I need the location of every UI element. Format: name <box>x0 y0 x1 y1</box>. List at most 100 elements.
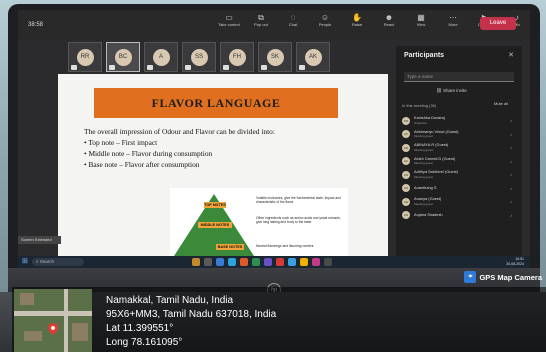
gps-latitude: Lat 11.399551° <box>106 323 174 334</box>
people-button[interactable]: ☺ People <box>314 13 336 27</box>
participant-role: Meeting guest <box>414 201 433 206</box>
participant-row[interactable]: AS Anjaha Shadesh ♪ <box>402 209 516 223</box>
meeting-toolbar: 38:58 ▭ Take control ⧉ Pop out ◌ Chat ☺ People ✋… <box>18 10 530 40</box>
participant-name: Abhimanyu Vinod (Guest) <box>414 128 459 134</box>
close-icon[interactable]: ✕ <box>508 51 514 59</box>
mic-icon[interactable]: ♪ <box>510 159 512 164</box>
gps-map-camera-brand: ⌖ GPS Map Camera <box>464 270 542 284</box>
taskbar-app-icon[interactable] <box>216 258 224 266</box>
taskbar-app-icon[interactable] <box>228 258 236 266</box>
gps-info-overlay <box>12 287 546 352</box>
mic-icon[interactable]: ♪ <box>510 118 512 123</box>
toolbar-label: People <box>318 21 332 27</box>
participant-search-input[interactable]: Type a name <box>404 72 514 82</box>
windows-start-icon[interactable]: ⊞ <box>22 258 30 266</box>
gps-address: 95X6+MM3, Tamil Nadu 637018, India <box>106 309 277 320</box>
windows-taskbar: ⊞ ⌕ Search 10:51 30-08-2024 <box>18 256 530 268</box>
taskbar-app-icon[interactable] <box>312 258 320 266</box>
taskbar-app-icon[interactable] <box>204 258 212 266</box>
video-tile[interactable]: BC <box>106 42 140 72</box>
participant-info: Abhimanyu Vinod (Guest) Meeting guest <box>414 128 459 139</box>
taskbar-app-icon[interactable] <box>264 258 272 266</box>
participant-avatar: KD <box>402 116 410 125</box>
mic-icon[interactable]: ♪ <box>510 213 512 218</box>
taskbar-apps <box>192 258 332 266</box>
meeting-timer: 38:58 <box>28 22 44 28</box>
participant-avatar: AC <box>402 157 410 166</box>
video-tile[interactable]: SK <box>258 42 292 72</box>
participant-info: Abish Carmel.D (Guest) Meeting guest <box>414 156 455 166</box>
react-button[interactable]: ☻ React <box>378 13 400 27</box>
toolbar-label: More <box>448 21 458 27</box>
pyramid-desc-base: Neutral flavorings and flavoring carrier… <box>256 244 314 248</box>
video-tile[interactable]: FH <box>220 42 254 72</box>
participant-avatar: AG <box>402 197 410 206</box>
mic-icon[interactable]: ♪ <box>510 172 512 177</box>
participant-role: Meeting guest <box>414 161 433 166</box>
slide-title: FLAVOR LANGUAGE <box>151 95 281 110</box>
avatar: BC <box>114 48 132 66</box>
participant-role: Meeting guest <box>414 174 433 179</box>
more-button[interactable]: ⋯ More <box>442 13 464 27</box>
mic-icon[interactable]: ♪ <box>510 186 512 191</box>
participant-row[interactable]: AV Abhimanyu Vinod (Guest) Meeting guest ♪ <box>402 128 516 142</box>
taskbar-app-icon[interactable] <box>300 258 308 266</box>
participant-info: Adithya Sakthivel (Guest) Meeting guest <box>414 170 458 179</box>
video-tile[interactable]: SS <box>182 42 216 72</box>
participant-name: Kanishka Durairaj <box>414 115 445 121</box>
participant-row[interactable]: AS Ananthang S ♪ <box>402 182 516 196</box>
taskbar-app-icon[interactable] <box>276 258 284 266</box>
mic-off-icon <box>71 65 77 70</box>
participant-avatar: AR <box>402 143 410 152</box>
slide-intro: The overall impression of Odour and Flav… <box>84 127 275 136</box>
take-control-button[interactable]: ▭ Take control <box>218 13 240 27</box>
mic-off-icon <box>223 65 229 70</box>
taskbar-app-icon[interactable] <box>252 258 260 266</box>
toolbar-label: View <box>416 21 426 27</box>
map-road <box>14 311 92 316</box>
gps-location: Namakkal, Tamil Nadu, India <box>106 295 234 306</box>
participant-row[interactable]: AR ABINAYA.R (Guest) Meeting guest ♪ <box>402 141 516 155</box>
map-pin-icon: ⌖ <box>464 271 477 283</box>
participant-name: ABINAYA.R (Guest) <box>414 142 449 148</box>
video-tile[interactable]: AK <box>296 42 330 72</box>
participant-row[interactable]: AS Adithya Sakthivel (Guest) Meeting guest… <box>402 168 516 182</box>
taskbar-app-icon[interactable] <box>324 258 332 266</box>
taskbar-app-icon[interactable] <box>192 258 200 266</box>
mic-off-icon <box>261 65 267 70</box>
pyramid-level-base: BASE NOTES <box>216 244 244 250</box>
photo-frame: 38:58 ▭ Take control ⧉ Pop out ◌ Chat ☺ People ✋… <box>0 0 546 352</box>
slide-body: The overall impression of Odour and Flav… <box>84 126 275 170</box>
pop-out-button[interactable]: ⧉ Pop out <box>250 13 272 27</box>
view-button[interactable]: ▦ View <box>410 13 432 27</box>
share-invite-button[interactable]: ⛓ Share invite <box>436 88 467 94</box>
taskbar-clock: 10:51 30-08-2024 <box>506 257 524 266</box>
avatar: FH <box>228 48 246 66</box>
raise-hand-button[interactable]: ✋ Raise <box>346 13 368 27</box>
participant-avatar-row: RR BC A SS FH SK AK <box>68 42 330 72</box>
participant-row[interactable]: KD Kanishka Durairaj Organizer ♪ <box>402 114 516 128</box>
mic-icon[interactable]: ♪ <box>510 132 512 137</box>
toolbar-label: Take control <box>218 21 240 27</box>
participant-role: Organizer <box>414 120 428 125</box>
video-tile[interactable]: A <box>144 42 178 72</box>
chat-button[interactable]: ◌ Chat <box>282 13 304 27</box>
participant-row[interactable]: AC Abish Carmel.D (Guest) Meeting guest ♪ <box>402 155 516 169</box>
participant-info: Anjaha Shadesh <box>414 212 443 218</box>
participant-row[interactable]: AG Ananya (Guest) Meeting guest ♪ <box>402 195 516 209</box>
video-tile[interactable]: RR <box>68 42 102 72</box>
taskbar-search[interactable]: ⌕ Search <box>32 258 84 266</box>
leave-button[interactable]: Leave <box>480 17 516 30</box>
mic-icon[interactable]: ♪ <box>510 145 512 150</box>
mic-icon[interactable]: ♪ <box>510 199 512 204</box>
in-meeting-header[interactable]: In this meeting (39) <box>402 103 436 108</box>
mute-all-button[interactable]: Mute all <box>494 101 508 106</box>
pyramid-desc-middle: Other ingredients such as amino acids an… <box>256 216 341 224</box>
flavor-pyramid: TOP NOTES MIDDLE NOTES BASE NOTES Volati… <box>170 188 348 260</box>
taskbar-app-icon[interactable] <box>288 258 296 266</box>
mic-off-icon <box>185 65 191 70</box>
taskbar-app-icon[interactable] <box>240 258 248 266</box>
slide-bullet: • Base note – Flavor after consumption <box>84 160 200 169</box>
participant-avatar: AS <box>402 170 410 179</box>
participant-name: Ananthang S <box>414 185 437 190</box>
